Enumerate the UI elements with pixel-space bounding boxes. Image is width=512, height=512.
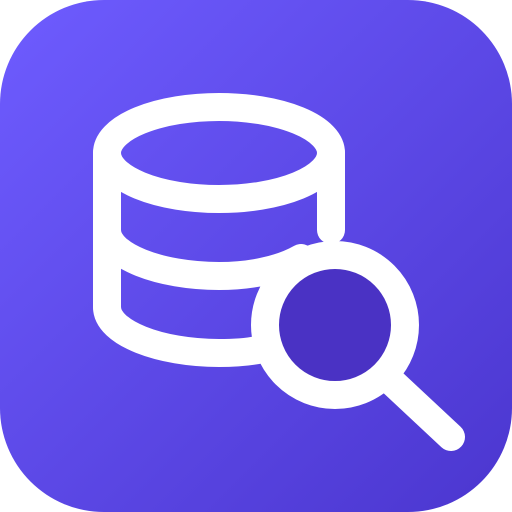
database-search-icon [0, 0, 512, 512]
database-search-app-icon [0, 0, 512, 512]
